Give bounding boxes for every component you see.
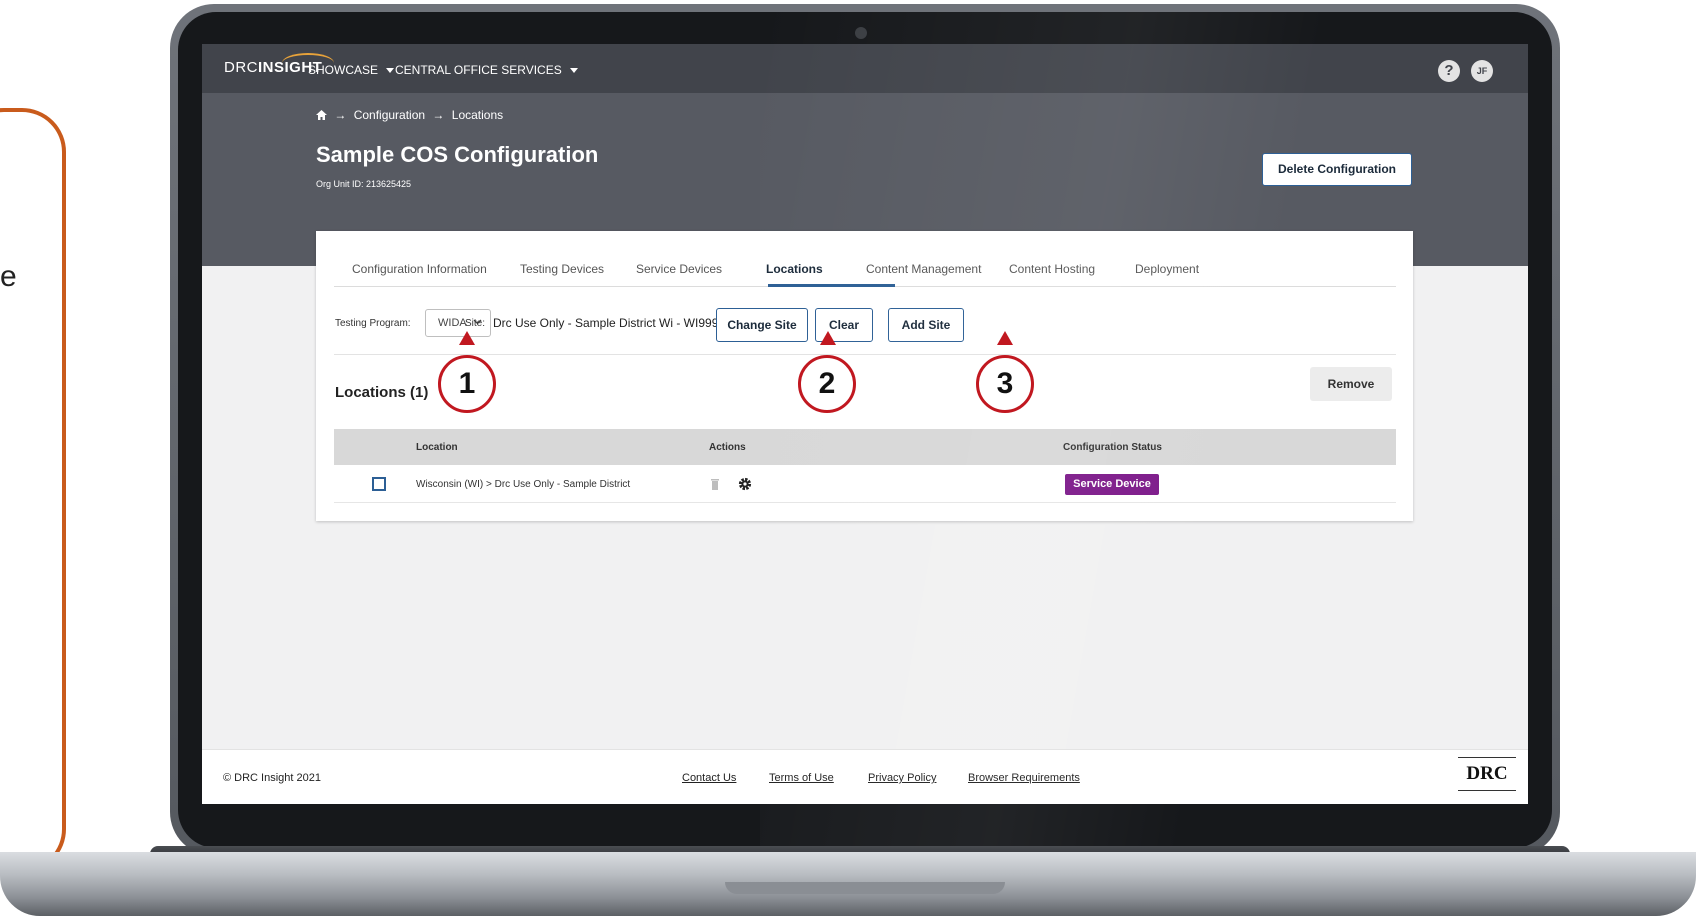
- site-value: Drc Use Only - Sample District Wi - WI99…: [493, 316, 732, 330]
- section-divider: [334, 354, 1396, 355]
- trash-icon[interactable]: [711, 478, 719, 490]
- contact-us-link[interactable]: Contact Us: [682, 772, 736, 784]
- tab-content-hosting[interactable]: Content Hosting: [1009, 262, 1095, 276]
- gear-icon[interactable]: [738, 477, 752, 491]
- home-icon[interactable]: [316, 110, 327, 120]
- status-badge: Service Device: [1065, 474, 1159, 495]
- privacy-policy-link[interactable]: Privacy Policy: [868, 772, 936, 784]
- chevron-down-icon: [386, 68, 395, 74]
- callout-1-pointer: [459, 331, 475, 345]
- change-site-button[interactable]: Change Site: [716, 308, 808, 342]
- testing-program-value: WIDA: [438, 317, 467, 329]
- camera-icon: [855, 27, 867, 39]
- callout-3-pointer: [997, 331, 1013, 345]
- breadcrumb-arrow-icon: →: [334, 108, 347, 122]
- column-actions: Actions: [709, 442, 746, 453]
- tab-service-devices[interactable]: Service Devices: [636, 262, 722, 276]
- table-header: [334, 429, 1396, 465]
- callout-1: 1: [438, 355, 496, 413]
- location-cell: Wisconsin (WI) > Drc Use Only - Sample D…: [416, 479, 631, 490]
- page-title: Sample COS Configuration: [316, 142, 599, 167]
- nav-showcase-label: SHOWCASE: [308, 63, 379, 77]
- row-checkbox[interactable]: [372, 477, 386, 491]
- chevron-down-icon: [569, 68, 578, 74]
- laptop-screen: DRCINSIGHT SHOWCASE CENTRAL OFFICE SERVI…: [202, 44, 1528, 804]
- drc-footer-logo: DRC: [1458, 757, 1516, 791]
- laptop-hinge: [725, 882, 1005, 894]
- breadcrumb-configuration[interactable]: Configuration: [354, 108, 425, 122]
- tab-testing-devices[interactable]: Testing Devices: [520, 262, 604, 276]
- instruction-panel-text: e: [0, 260, 17, 293]
- nav-showcase[interactable]: SHOWCASE: [308, 63, 395, 77]
- copyright-text: © DRC Insight 2021: [223, 772, 321, 784]
- testing-program-label: Testing Program:: [335, 318, 411, 329]
- breadcrumb: → Configuration → Locations: [316, 108, 503, 122]
- instruction-panel: [0, 108, 66, 873]
- callout-2: 2: [798, 355, 856, 413]
- breadcrumb-locations: Locations: [451, 108, 504, 122]
- footer: [202, 749, 1528, 804]
- add-site-button[interactable]: Add Site: [888, 308, 964, 342]
- callout-3: 3: [976, 355, 1034, 413]
- avatar[interactable]: JF: [1471, 60, 1493, 82]
- org-unit-id: Org Unit ID: 213625425: [316, 179, 412, 189]
- active-tab-indicator: [768, 284, 895, 287]
- nav-central-office-services[interactable]: CENTRAL OFFICE SERVICES: [395, 63, 578, 77]
- tab-deployment[interactable]: Deployment: [1135, 262, 1199, 276]
- top-navbar: DRCINSIGHT SHOWCASE CENTRAL OFFICE SERVI…: [202, 44, 1528, 93]
- terms-of-use-link[interactable]: Terms of Use: [769, 772, 834, 784]
- delete-configuration-button[interactable]: Delete Configuration: [1262, 153, 1412, 186]
- column-location: Location: [416, 442, 458, 453]
- help-icon[interactable]: ?: [1438, 60, 1460, 82]
- tab-content-management[interactable]: Content Management: [866, 262, 981, 276]
- site-label: Site:: [465, 318, 486, 329]
- tab-locations[interactable]: Locations: [766, 262, 823, 276]
- breadcrumb-arrow-icon: →: [432, 108, 445, 122]
- remove-button[interactable]: Remove: [1310, 367, 1392, 401]
- logo-text-drc: DRC: [224, 59, 258, 76]
- locations-heading: Locations (1): [335, 384, 429, 401]
- callout-2-pointer: [820, 331, 836, 345]
- tab-configuration-information[interactable]: Configuration Information: [352, 262, 487, 276]
- column-configuration-status: Configuration Status: [1063, 442, 1162, 453]
- nav-cos-label: CENTRAL OFFICE SERVICES: [395, 63, 562, 77]
- browser-requirements-link[interactable]: Browser Requirements: [968, 772, 1080, 784]
